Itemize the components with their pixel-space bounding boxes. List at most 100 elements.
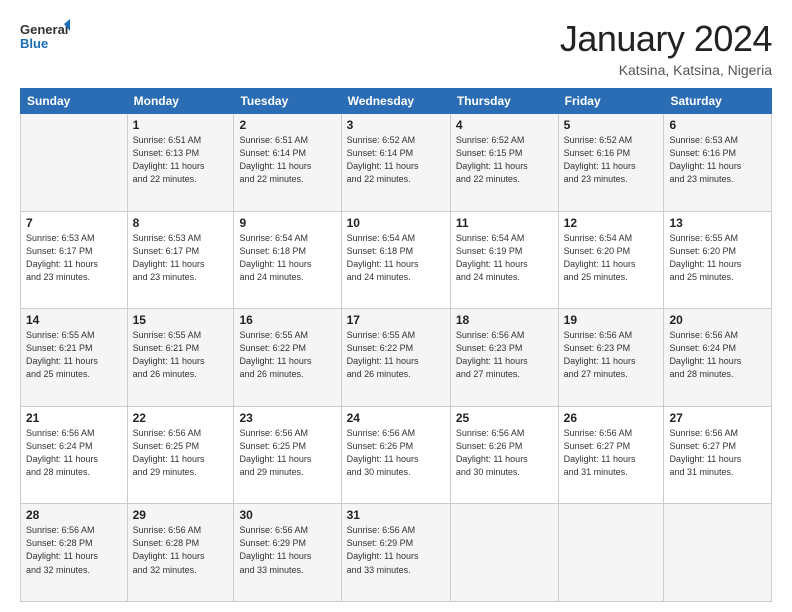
month-title: January 2024 [560, 18, 772, 60]
title-block: January 2024 Katsina, Katsina, Nigeria [560, 18, 772, 78]
page: General Blue January 2024 Katsina, Katsi… [0, 0, 792, 612]
header-sunday: Sunday [21, 89, 128, 114]
week-row-4: 21 Sunrise: 6:56 AMSunset: 6:24 PMDayligh… [21, 406, 772, 504]
day-info: Sunrise: 6:55 AMSunset: 6:22 PMDaylight:… [347, 329, 445, 381]
calendar-cell: 2 Sunrise: 6:51 AMSunset: 6:14 PMDaylight… [234, 114, 341, 212]
calendar-cell [21, 114, 128, 212]
day-info: Sunrise: 6:52 AMSunset: 6:15 PMDaylight:… [456, 134, 553, 186]
calendar-cell [558, 504, 664, 602]
day-number: 24 [347, 411, 445, 425]
location: Katsina, Katsina, Nigeria [560, 62, 772, 78]
day-info: Sunrise: 6:56 AMSunset: 6:27 PMDaylight:… [669, 427, 766, 479]
day-info: Sunrise: 6:56 AMSunset: 6:24 PMDaylight:… [26, 427, 122, 479]
calendar-cell: 7 Sunrise: 6:53 AMSunset: 6:17 PMDaylight… [21, 211, 128, 309]
day-number: 2 [239, 118, 335, 132]
day-info: Sunrise: 6:52 AMSunset: 6:14 PMDaylight:… [347, 134, 445, 186]
day-info: Sunrise: 6:54 AMSunset: 6:18 PMDaylight:… [347, 232, 445, 284]
day-number: 16 [239, 313, 335, 327]
day-number: 18 [456, 313, 553, 327]
calendar-cell: 24 Sunrise: 6:56 AMSunset: 6:26 PMDayligh… [341, 406, 450, 504]
day-info: Sunrise: 6:55 AMSunset: 6:21 PMDaylight:… [26, 329, 122, 381]
svg-text:General: General [20, 22, 68, 37]
day-number: 19 [564, 313, 659, 327]
calendar-cell: 10 Sunrise: 6:54 AMSunset: 6:18 PMDayligh… [341, 211, 450, 309]
day-info: Sunrise: 6:56 AMSunset: 6:28 PMDaylight:… [26, 524, 122, 576]
header-monday: Monday [127, 89, 234, 114]
calendar-cell: 23Sunrise: 6:56 AMSunset: 6:25 PMDayligh… [234, 406, 341, 504]
day-info: Sunrise: 6:51 AMSunset: 6:14 PMDaylight:… [239, 134, 335, 186]
header-friday: Friday [558, 89, 664, 114]
day-number: 17 [347, 313, 445, 327]
calendar-cell: 18Sunrise: 6:56 AMSunset: 6:23 PMDayligh… [450, 309, 558, 407]
day-number: 7 [26, 216, 122, 230]
week-row-5: 28 Sunrise: 6:56 AMSunset: 6:28 PMDayligh… [21, 504, 772, 602]
calendar-cell: 1 Sunrise: 6:51 AMSunset: 6:13 PMDaylight… [127, 114, 234, 212]
day-number: 13 [669, 216, 766, 230]
header: General Blue January 2024 Katsina, Katsi… [20, 18, 772, 78]
day-number: 31 [347, 508, 445, 522]
header-thursday: Thursday [450, 89, 558, 114]
calendar-cell: 13 Sunrise: 6:55 AMSunset: 6:20 PMDayligh… [664, 211, 772, 309]
calendar-table: Sunday Monday Tuesday Wednesday Thursday… [20, 88, 772, 602]
day-info: Sunrise: 6:52 AMSunset: 6:16 PMDaylight:… [564, 134, 659, 186]
calendar-cell: 3 Sunrise: 6:52 AMSunset: 6:14 PMDaylight… [341, 114, 450, 212]
day-info: Sunrise: 6:53 AMSunset: 6:16 PMDaylight:… [669, 134, 766, 186]
day-info: Sunrise: 6:55 AMSunset: 6:22 PMDaylight:… [239, 329, 335, 381]
day-info: Sunrise: 6:54 AMSunset: 6:20 PMDaylight:… [564, 232, 659, 284]
calendar-cell: 28 Sunrise: 6:56 AMSunset: 6:28 PMDayligh… [21, 504, 128, 602]
calendar-cell: 16 Sunrise: 6:55 AMSunset: 6:22 PMDayligh… [234, 309, 341, 407]
calendar-cell: 21 Sunrise: 6:56 AMSunset: 6:24 PMDayligh… [21, 406, 128, 504]
day-number: 20 [669, 313, 766, 327]
week-row-2: 7 Sunrise: 6:53 AMSunset: 6:17 PMDaylight… [21, 211, 772, 309]
day-info: Sunrise: 6:51 AMSunset: 6:13 PMDaylight:… [133, 134, 229, 186]
calendar-cell: 30 Sunrise: 6:56 AMSunset: 6:29 PMDayligh… [234, 504, 341, 602]
day-number: 3 [347, 118, 445, 132]
day-info: Sunrise: 6:56 AMSunset: 6:29 PMDaylight:… [239, 524, 335, 576]
week-row-3: 14 Sunrise: 6:55 AMSunset: 6:21 PMDayligh… [21, 309, 772, 407]
day-number: 28 [26, 508, 122, 522]
day-info: Sunrise: 6:53 AMSunset: 6:17 PMDaylight:… [26, 232, 122, 284]
svg-text:Blue: Blue [20, 36, 48, 51]
calendar-cell: 5Sunrise: 6:52 AMSunset: 6:16 PMDaylight… [558, 114, 664, 212]
day-info: Sunrise: 6:55 AMSunset: 6:20 PMDaylight:… [669, 232, 766, 284]
day-number: 27 [669, 411, 766, 425]
calendar-cell [450, 504, 558, 602]
day-number: 30 [239, 508, 335, 522]
day-info: Sunrise: 6:56 AMSunset: 6:27 PMDaylight:… [564, 427, 659, 479]
day-number: 1 [133, 118, 229, 132]
day-number: 10 [347, 216, 445, 230]
calendar-cell: 19Sunrise: 6:56 AMSunset: 6:23 PMDayligh… [558, 309, 664, 407]
logo-svg: General Blue [20, 18, 70, 56]
day-info: Sunrise: 6:53 AMSunset: 6:17 PMDaylight:… [133, 232, 229, 284]
calendar-cell: 14 Sunrise: 6:55 AMSunset: 6:21 PMDayligh… [21, 309, 128, 407]
day-number: 22 [133, 411, 229, 425]
calendar-cell: 6 Sunrise: 6:53 AMSunset: 6:16 PMDaylight… [664, 114, 772, 212]
calendar-cell: 27 Sunrise: 6:56 AMSunset: 6:27 PMDayligh… [664, 406, 772, 504]
day-number: 23 [239, 411, 335, 425]
calendar-cell: 29Sunrise: 6:56 AMSunset: 6:28 PMDayligh… [127, 504, 234, 602]
day-info: Sunrise: 6:56 AMSunset: 6:26 PMDaylight:… [347, 427, 445, 479]
weekday-header-row: Sunday Monday Tuesday Wednesday Thursday… [21, 89, 772, 114]
day-number: 21 [26, 411, 122, 425]
day-info: Sunrise: 6:54 AMSunset: 6:19 PMDaylight:… [456, 232, 553, 284]
calendar-cell: 22Sunrise: 6:56 AMSunset: 6:25 PMDayligh… [127, 406, 234, 504]
calendar-cell: 8Sunrise: 6:53 AMSunset: 6:17 PMDaylight… [127, 211, 234, 309]
day-number: 4 [456, 118, 553, 132]
logo: General Blue [20, 18, 70, 56]
calendar-cell: 25 Sunrise: 6:56 AMSunset: 6:26 PMDayligh… [450, 406, 558, 504]
day-number: 9 [239, 216, 335, 230]
calendar-cell: 4 Sunrise: 6:52 AMSunset: 6:15 PMDaylight… [450, 114, 558, 212]
day-number: 14 [26, 313, 122, 327]
day-number: 15 [133, 313, 229, 327]
day-info: Sunrise: 6:56 AMSunset: 6:26 PMDaylight:… [456, 427, 553, 479]
calendar-cell: 20Sunrise: 6:56 AMSunset: 6:24 PMDayligh… [664, 309, 772, 407]
calendar-cell: 9 Sunrise: 6:54 AMSunset: 6:18 PMDaylight… [234, 211, 341, 309]
day-number: 6 [669, 118, 766, 132]
day-info: Sunrise: 6:56 AMSunset: 6:28 PMDaylight:… [133, 524, 229, 576]
calendar-cell: 12Sunrise: 6:54 AMSunset: 6:20 PMDayligh… [558, 211, 664, 309]
calendar-cell: 31Sunrise: 6:56 AMSunset: 6:29 PMDayligh… [341, 504, 450, 602]
day-number: 25 [456, 411, 553, 425]
week-row-1: 1 Sunrise: 6:51 AMSunset: 6:13 PMDaylight… [21, 114, 772, 212]
calendar-cell: 11Sunrise: 6:54 AMSunset: 6:19 PMDayligh… [450, 211, 558, 309]
day-info: Sunrise: 6:54 AMSunset: 6:18 PMDaylight:… [239, 232, 335, 284]
